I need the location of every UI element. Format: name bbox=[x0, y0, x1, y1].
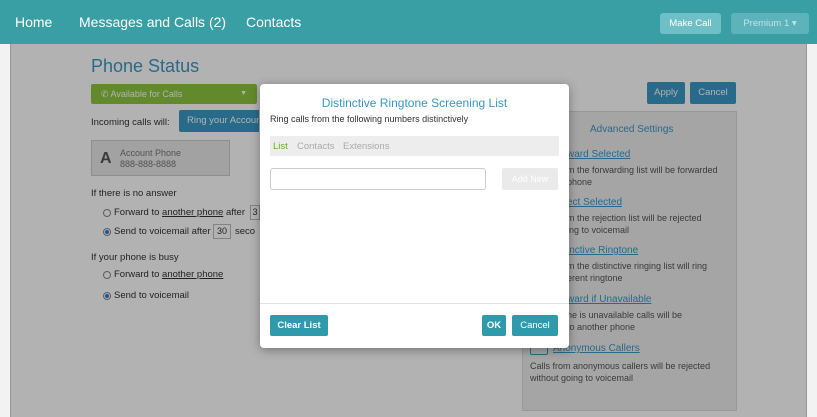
premium-dropdown[interactable]: Premium 1 ▾ bbox=[731, 13, 809, 34]
nav-contacts[interactable]: Contacts bbox=[246, 14, 301, 30]
dialog-tab-bar: List Contacts Extensions bbox=[270, 136, 559, 156]
dialog-cancel-button[interactable]: Cancel bbox=[512, 315, 558, 336]
screening-list-dialog: Distinctive Ringtone Screening List Ring… bbox=[260, 84, 569, 348]
clear-list-button[interactable]: Clear List bbox=[270, 315, 328, 336]
tab-list[interactable]: List bbox=[273, 141, 288, 152]
tab-extensions[interactable]: Extensions bbox=[343, 141, 389, 152]
dialog-subtitle: Ring calls from the following numbers di… bbox=[270, 114, 469, 124]
add-new-button[interactable]: Add New bbox=[502, 168, 558, 190]
ok-button[interactable]: OK bbox=[482, 315, 506, 336]
number-input[interactable] bbox=[270, 168, 486, 190]
dialog-footer-divider bbox=[260, 303, 569, 304]
nav-home[interactable]: Home bbox=[15, 14, 52, 30]
nav-messages-calls[interactable]: Messages and Calls (2) bbox=[79, 14, 226, 30]
make-call-button[interactable]: Make Call bbox=[660, 13, 721, 34]
top-nav: Home Messages and Calls (2) Contacts Mak… bbox=[0, 0, 817, 44]
dialog-title: Distinctive Ringtone Screening List bbox=[321, 96, 508, 110]
tab-contacts[interactable]: Contacts bbox=[297, 141, 335, 152]
